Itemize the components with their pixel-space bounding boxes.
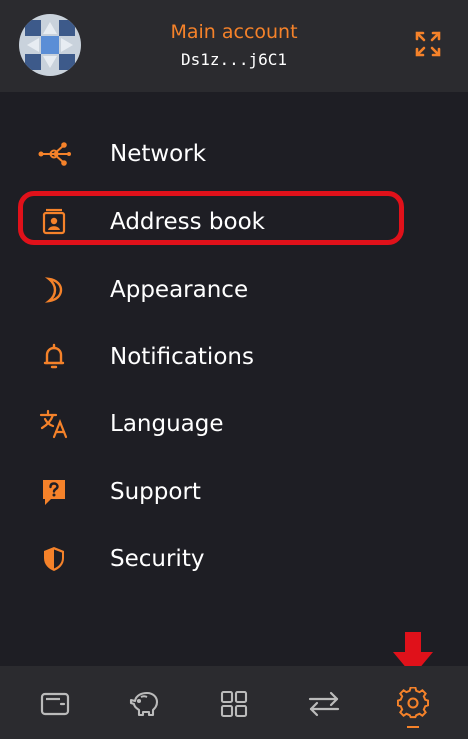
menu-item-language[interactable]: Language [18, 398, 408, 450]
menu-item-notifications[interactable]: Notifications [18, 331, 408, 383]
menu-item-appearance[interactable]: Appearance [18, 264, 408, 316]
wallet-icon[interactable] [37, 686, 73, 722]
menu-item-label: Network [110, 141, 207, 167]
account-header: Main account Ds1z...j6C1 [0, 0, 468, 92]
network-icon [36, 136, 72, 172]
avatar-identicon [19, 14, 81, 76]
menu-item-label: Support [110, 479, 201, 505]
bottom-tab-bar [0, 666, 468, 739]
account-address[interactable]: Ds1z...j6C1 [120, 49, 348, 71]
account-avatar[interactable] [19, 14, 81, 76]
help-icon [36, 474, 72, 510]
menu-item-label: Notifications [110, 344, 254, 370]
expand-icon[interactable] [414, 30, 442, 58]
menu-item-support[interactable]: Support [18, 466, 408, 518]
menu-item-security[interactable]: Security [18, 533, 408, 585]
highlight-annotation [18, 191, 404, 245]
shield-icon [36, 541, 72, 577]
menu-item-label: Appearance [110, 277, 249, 303]
settings-icon[interactable] [395, 686, 431, 722]
menu-item-network[interactable]: Network [18, 128, 408, 180]
bell-icon [36, 339, 72, 375]
moon-icon [36, 272, 72, 308]
apps-grid-icon[interactable] [216, 686, 252, 722]
active-tab-indicator [407, 726, 419, 728]
menu-item-label: Security [110, 546, 205, 572]
account-name[interactable]: Main account [120, 20, 348, 44]
menu-item-label: Language [110, 411, 224, 437]
swap-icon[interactable] [306, 686, 342, 722]
translate-icon [36, 406, 72, 442]
piggy-bank-icon[interactable] [127, 686, 163, 722]
